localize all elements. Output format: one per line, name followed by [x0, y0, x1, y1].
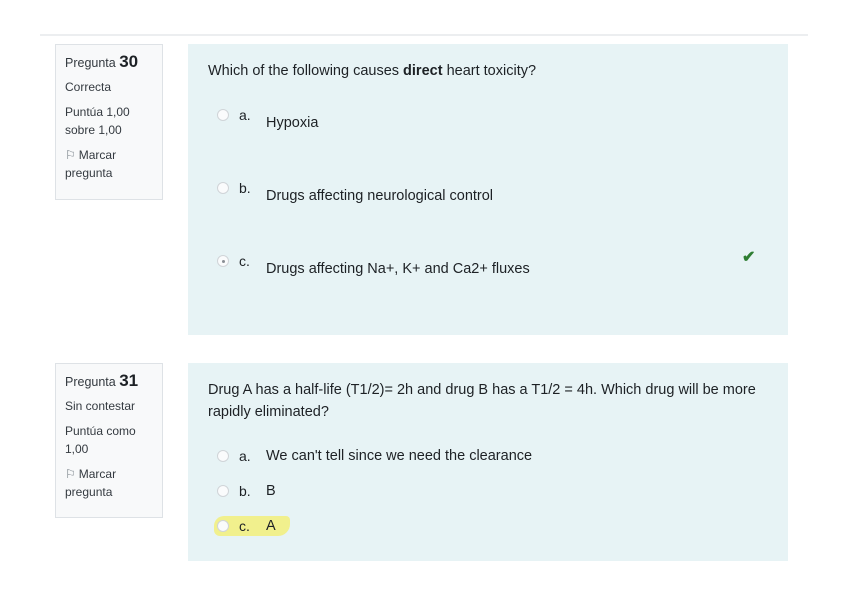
- question-content-30: Which of the following causes direct hea…: [188, 44, 788, 335]
- option-letter: c.: [239, 253, 250, 269]
- option-text: B: [266, 483, 276, 499]
- question-number: 31: [119, 371, 139, 390]
- radio-button[interactable]: [217, 182, 229, 194]
- question-content-31: Drug A has a half-life (T1/2)= 2h and dr…: [188, 363, 788, 561]
- question-text: Drug A has a half-life (T1/2)= 2h and dr…: [208, 382, 756, 420]
- radio-button[interactable]: [217, 109, 229, 121]
- question-info-30: Pregunta 30 Correcta Puntúa 1,00 sobre 1…: [55, 44, 163, 200]
- option-letter: c.: [239, 518, 250, 534]
- question-label: Pregunta: [65, 375, 116, 389]
- option-text: A: [266, 518, 276, 534]
- radio-button[interactable]: [217, 485, 229, 497]
- option-text: Drugs affecting neurological control: [266, 188, 494, 204]
- flag-icon: ⚐: [65, 467, 76, 481]
- question-number: 30: [119, 52, 139, 71]
- radio-button[interactable]: [217, 450, 229, 462]
- question-grade: Puntúa como 1,00: [65, 424, 136, 456]
- question-state: Sin contestar: [65, 399, 136, 413]
- option-text: We can't tell since we need the clearanc…: [266, 448, 533, 464]
- flag-icon: ⚐: [65, 148, 76, 162]
- option-letter: b.: [239, 483, 251, 499]
- question-grade: Puntúa 1,00 sobre 1,00: [65, 105, 130, 137]
- option-letter: a.: [239, 107, 251, 123]
- question-text: Which of the following causes direct hea…: [208, 63, 537, 79]
- radio-button[interactable]: [217, 520, 229, 532]
- option-text: Drugs affecting Na+, K+ and Ca2+ fluxes: [266, 261, 530, 277]
- question-label: Pregunta: [65, 56, 116, 70]
- flag-question-link[interactable]: ⚐ Marcar pregunta: [65, 465, 154, 501]
- flag-question-link[interactable]: ⚐ Marcar pregunta: [65, 146, 154, 182]
- option-letter: b.: [239, 180, 251, 196]
- question-info-31: Pregunta 31 Sin contestar Puntúa como 1,…: [55, 363, 163, 518]
- top-divider: [40, 34, 808, 36]
- question-text-bold: direct: [403, 63, 443, 79]
- radio-button-selected[interactable]: [217, 255, 229, 267]
- option-letter: a.: [239, 448, 251, 464]
- option-text: Hypoxia: [266, 115, 319, 131]
- check-icon: ✔: [742, 249, 756, 266]
- question-state: Correcta: [65, 80, 112, 94]
